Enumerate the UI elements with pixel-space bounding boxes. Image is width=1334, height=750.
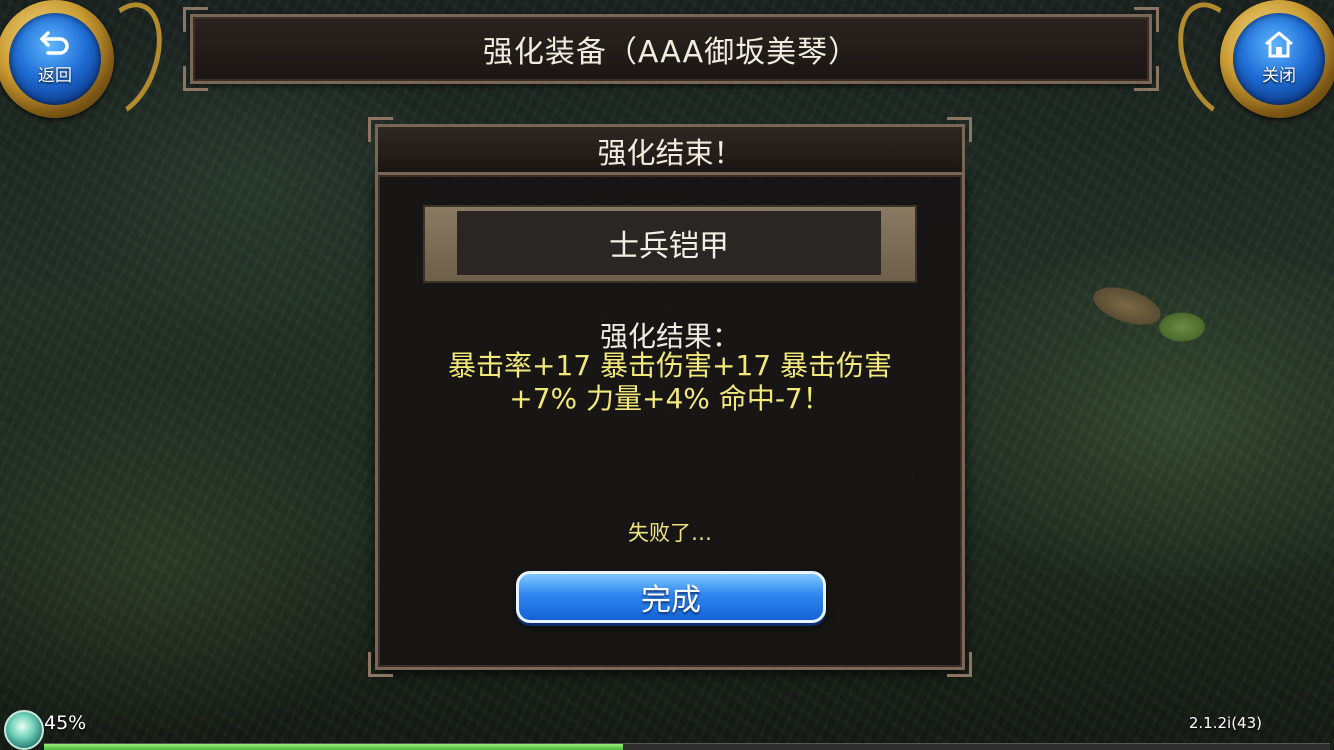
- version-label: 2.1.2i(43): [1188, 714, 1262, 732]
- dialog-title: 强化结束！: [597, 136, 743, 170]
- done-button[interactable]: 完成: [516, 571, 826, 623]
- dialog-header: 强化结束！: [368, 117, 972, 175]
- status-text: 失败了…: [628, 521, 712, 545]
- home-icon: [1265, 31, 1293, 57]
- frame-corner-ornament: [947, 652, 972, 677]
- done-button-label: 完成: [641, 583, 701, 618]
- frame-corner-ornament: [1134, 7, 1159, 32]
- item-name-panel: 士兵铠甲: [457, 211, 881, 275]
- frame-corner-ornament: [947, 117, 972, 142]
- back-button-label: 返回: [38, 65, 72, 86]
- return-arrow-icon: [40, 30, 69, 55]
- close-button-label: 关闭: [1262, 65, 1296, 86]
- item-name: 士兵铠甲: [609, 229, 729, 264]
- result-stats-text: 暴击率+17 暴击伤害+17 暴击伤害+7% 力量+4% 命中-7！: [448, 349, 892, 415]
- enhance-result-dialog: 士兵铠甲 强化结果： 暴击率+17 暴击伤害+17 暴击伤害+7% 力量+4% …: [368, 172, 972, 677]
- frame-corner-ornament: [183, 66, 208, 91]
- frame-corner-ornament: [1134, 66, 1159, 91]
- close-button-core: 关闭: [1233, 13, 1325, 105]
- back-button-core: 返回: [9, 13, 101, 105]
- loading-orb-icon: [4, 710, 44, 750]
- item-name-frame: 士兵铠甲: [423, 205, 917, 283]
- page-title: 强化装备（AAA御坂美琴）: [482, 35, 860, 70]
- progress-fill: [44, 744, 623, 750]
- title-bar: 强化装备（AAA御坂美琴）: [183, 7, 1159, 91]
- frame-corner-ornament: [183, 7, 208, 32]
- frame-corner-ornament: [368, 117, 393, 142]
- frame-corner-ornament: [368, 652, 393, 677]
- loading-percent: 45%: [44, 712, 87, 734]
- background-creature: [1158, 312, 1206, 342]
- progress-track: [44, 743, 1330, 750]
- back-button[interactable]: 返回: [0, 0, 177, 129]
- loading-bar: 45% 2.1.2i(43): [0, 708, 1334, 750]
- close-button[interactable]: 关闭: [1163, 0, 1334, 129]
